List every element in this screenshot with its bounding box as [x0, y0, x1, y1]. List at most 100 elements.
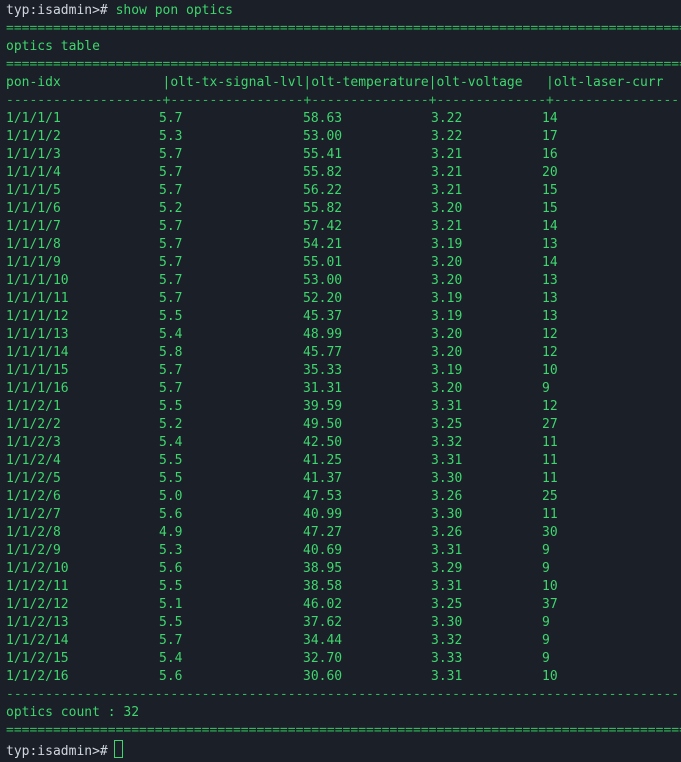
- cell-laser-curr: 10: [542, 579, 558, 594]
- cell-voltage: 3.30: [431, 507, 463, 522]
- cell-pon-idx: 1/1/1/13: [6, 327, 69, 342]
- cell-voltage: 3.26: [431, 489, 463, 504]
- rule-title: ========================================…: [6, 57, 681, 72]
- cell-laser-curr: 11: [542, 453, 558, 468]
- cell-tx-signal-lvl: 5.6: [159, 561, 183, 576]
- cell-voltage: 3.25: [431, 597, 463, 612]
- cell-temperature: 47.53: [303, 489, 343, 504]
- cell-temperature: 55.82: [303, 201, 343, 216]
- cell-tx-signal-lvl: 5.5: [159, 579, 183, 594]
- cell-temperature: 31.31: [303, 381, 343, 396]
- cell-tx-signal-lvl: 5.7: [159, 237, 183, 252]
- cell-temperature: 58.63: [303, 111, 343, 126]
- cell-pon-idx: 1/1/2/10: [6, 561, 69, 576]
- rule-bottom: ----------------------------------------…: [6, 687, 681, 702]
- cell-temperature: 46.02: [303, 597, 343, 612]
- cell-temperature: 32.70: [303, 651, 343, 666]
- terminal-window[interactable]: typ:isadmin># show pon optics ==========…: [0, 0, 681, 762]
- cell-temperature: 30.60: [303, 669, 343, 684]
- cell-tx-signal-lvl: 5.4: [159, 651, 183, 666]
- cell-temperature: 40.99: [303, 507, 343, 522]
- table-header: pon-idx |olt-tx-signal-lvl|olt-temperatu…: [6, 75, 664, 90]
- cell-laser-curr: 16: [542, 147, 558, 162]
- cell-temperature: 56.22: [303, 183, 343, 198]
- cell-voltage: 3.19: [431, 363, 463, 378]
- cell-laser-curr: 11: [542, 471, 558, 486]
- cell-tx-signal-lvl: 5.7: [159, 219, 183, 234]
- cell-laser-curr: 11: [542, 507, 558, 522]
- cell-laser-curr: 12: [542, 327, 558, 342]
- cell-pon-idx: 1/1/1/1: [6, 111, 61, 126]
- input-line[interactable]: typ:isadmin>#: [6, 740, 123, 759]
- cell-voltage: 3.32: [431, 633, 463, 648]
- cell-laser-curr: 15: [542, 183, 558, 198]
- cell-pon-idx: 1/1/2/11: [6, 579, 69, 594]
- cell-laser-curr: 17: [542, 129, 558, 144]
- cell-temperature: 55.01: [303, 255, 343, 270]
- cell-voltage: 3.22: [431, 129, 463, 144]
- cell-temperature: 45.77: [303, 345, 343, 360]
- rule-top: ========================================…: [6, 21, 681, 36]
- cell-tx-signal-lvl: 5.4: [159, 327, 183, 342]
- cell-temperature: 40.69: [303, 543, 343, 558]
- cell-laser-curr: 25: [542, 489, 558, 504]
- cell-pon-idx: 1/1/2/13: [6, 615, 69, 630]
- cell-laser-curr: 14: [542, 111, 558, 126]
- cell-temperature: 55.82: [303, 165, 343, 180]
- cell-temperature: 45.37: [303, 309, 343, 324]
- rule-end: ========================================…: [6, 723, 681, 738]
- cell-tx-signal-lvl: 5.4: [159, 435, 183, 450]
- cell-voltage: 3.20: [431, 345, 463, 360]
- cell-tx-signal-lvl: 5.6: [159, 669, 183, 684]
- cell-pon-idx: 1/1/2/8: [6, 525, 61, 540]
- cell-pon-idx: 1/1/1/4: [6, 165, 61, 180]
- cell-laser-curr: 30: [542, 525, 558, 540]
- cell-tx-signal-lvl: 5.2: [159, 201, 183, 216]
- cell-laser-curr: 27: [542, 417, 558, 432]
- cell-voltage: 3.30: [431, 615, 463, 630]
- cell-voltage: 3.21: [431, 165, 463, 180]
- cell-pon-idx: 1/1/1/6: [6, 201, 61, 216]
- cell-voltage: 3.29: [431, 561, 463, 576]
- cell-tx-signal-lvl: 5.7: [159, 183, 183, 198]
- cell-laser-curr: 9: [542, 615, 550, 630]
- cell-tx-signal-lvl: 4.9: [159, 525, 183, 540]
- cell-tx-signal-lvl: 5.5: [159, 453, 183, 468]
- cell-tx-signal-lvl: 5.3: [159, 129, 183, 144]
- cell-laser-curr: 20: [542, 165, 558, 180]
- cell-voltage: 3.25: [431, 417, 463, 432]
- cell-voltage: 3.30: [431, 471, 463, 486]
- cell-voltage: 3.19: [431, 309, 463, 324]
- cell-tx-signal-lvl: 5.5: [159, 615, 183, 630]
- cell-laser-curr: 10: [542, 669, 558, 684]
- cell-temperature: 49.50: [303, 417, 343, 432]
- cell-pon-idx: 1/1/1/7: [6, 219, 61, 234]
- cell-laser-curr: 14: [542, 255, 558, 270]
- cell-voltage: 3.19: [431, 237, 463, 252]
- cell-pon-idx: 1/1/2/14: [6, 633, 69, 648]
- cell-voltage: 3.31: [431, 579, 463, 594]
- cell-pon-idx: 1/1/2/12: [6, 597, 69, 612]
- cell-tx-signal-lvl: 5.7: [159, 291, 183, 306]
- cell-laser-curr: 13: [542, 237, 558, 252]
- cell-temperature: 35.33: [303, 363, 343, 378]
- cell-temperature: 48.99: [303, 327, 343, 342]
- cell-laser-curr: 9: [542, 561, 550, 576]
- cell-voltage: 3.31: [431, 453, 463, 468]
- cell-pon-idx: 1/1/2/16: [6, 669, 69, 684]
- cell-voltage: 3.19: [431, 291, 463, 306]
- text-cursor[interactable]: [113, 740, 123, 758]
- cell-pon-idx: 1/1/1/2: [6, 129, 61, 144]
- cell-tx-signal-lvl: 5.7: [159, 363, 183, 378]
- cell-temperature: 47.27: [303, 525, 343, 540]
- cell-laser-curr: 13: [542, 309, 558, 324]
- cell-tx-signal-lvl: 5.6: [159, 507, 183, 522]
- cell-tx-signal-lvl: 5.7: [159, 165, 183, 180]
- cell-voltage: 3.20: [431, 327, 463, 342]
- cell-tx-signal-lvl: 5.7: [159, 147, 183, 162]
- cell-tx-signal-lvl: 5.5: [159, 309, 183, 324]
- cell-tx-signal-lvl: 5.0: [159, 489, 183, 504]
- cell-pon-idx: 1/1/2/1: [6, 399, 61, 414]
- cell-tx-signal-lvl: 5.7: [159, 255, 183, 270]
- command-line: typ:isadmin># show pon optics: [6, 2, 233, 20]
